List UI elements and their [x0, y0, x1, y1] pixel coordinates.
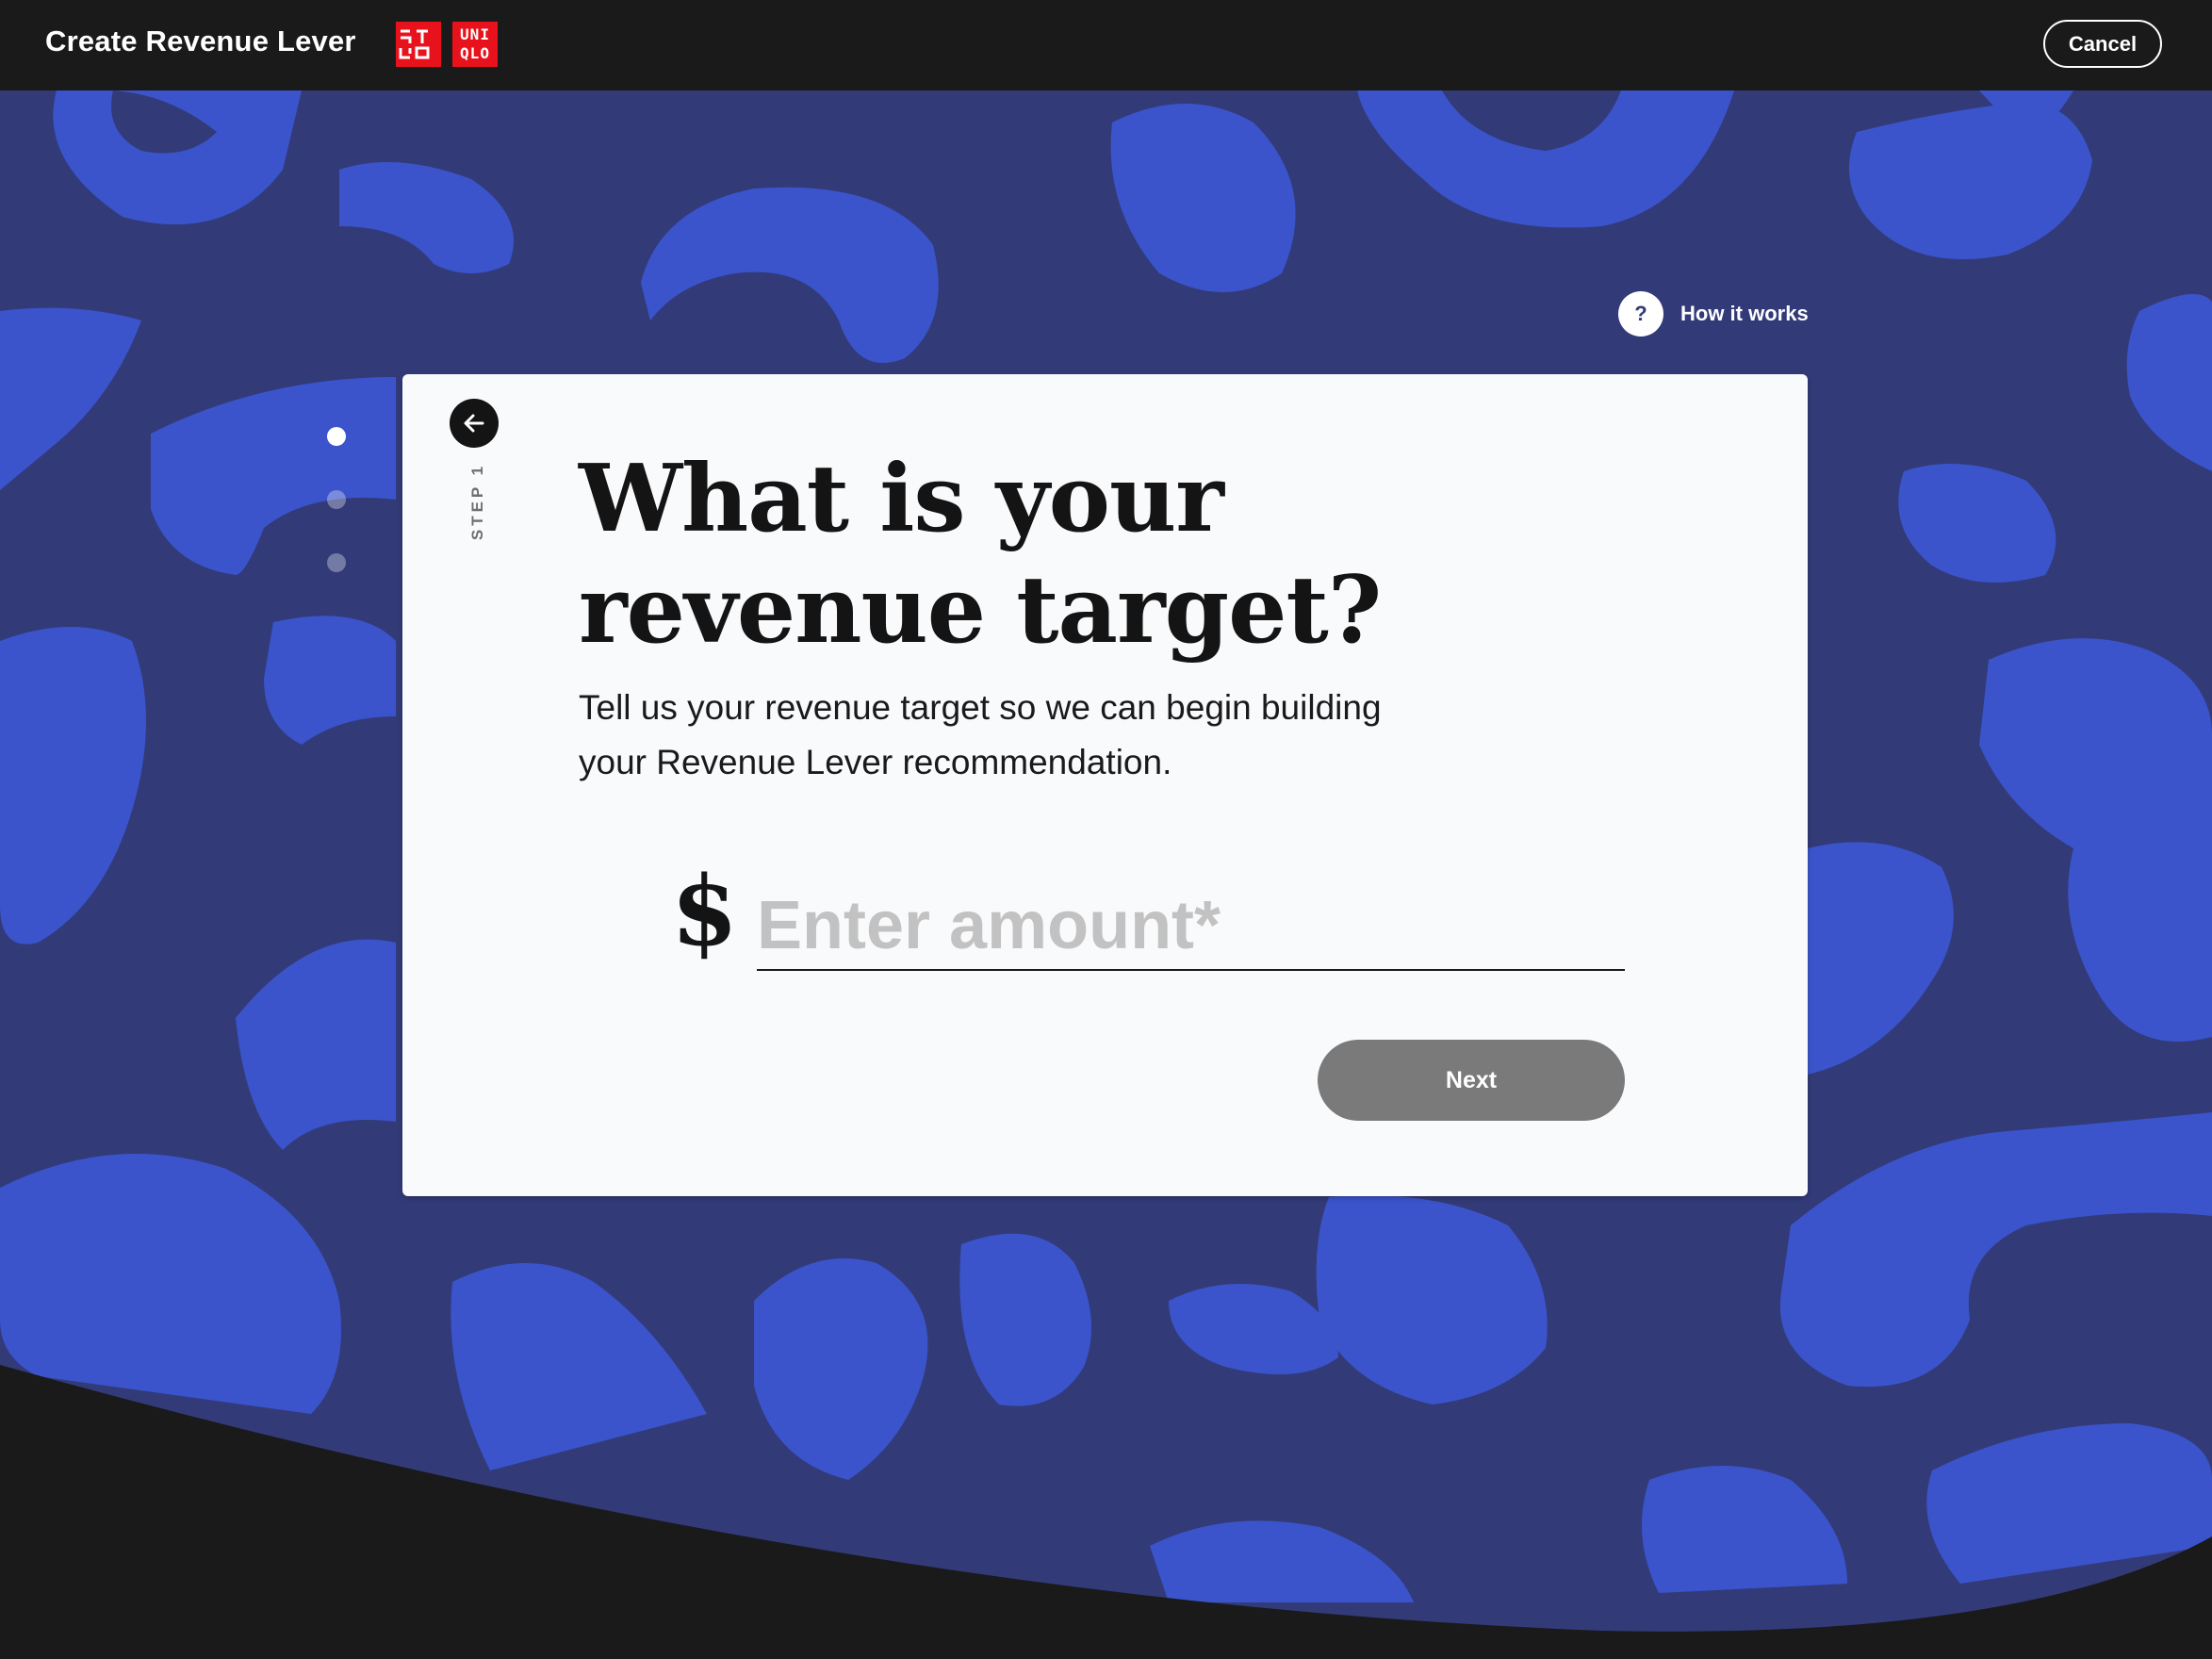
step-dot-1 [327, 427, 346, 446]
step-indicator [327, 427, 346, 616]
back-button[interactable] [450, 399, 499, 448]
description-line-2: your Revenue Lever recommendation. [579, 743, 1172, 781]
currency-symbol: $ [671, 855, 738, 968]
step-label: STEP 1 [468, 462, 486, 541]
step-dot-3 [327, 553, 346, 572]
next-button[interactable]: Next [1318, 1040, 1625, 1121]
arrow-left-icon [464, 414, 484, 433]
page-title: What is your revenue target? [579, 444, 1521, 666]
app-title: Create Revenue Lever [45, 25, 356, 57]
page-description: Tell us your revenue target so we can be… [579, 681, 1427, 790]
cancel-button[interactable]: Cancel [2043, 20, 2162, 68]
uniqlo-logo: UNI QLO [396, 22, 498, 67]
step-dot-2 [327, 490, 346, 509]
headline-line-1: What is your [579, 445, 1224, 553]
how-it-works-link[interactable]: ? How it works [1618, 291, 1809, 337]
description-line-1: Tell us your revenue target so we can be… [579, 688, 1382, 727]
help-question-icon: ? [1618, 291, 1663, 337]
logo-line-2: QLO [460, 44, 490, 62]
revenue-target-card: STEP 1 What is your revenue target? Tell… [402, 374, 1808, 1196]
top-bar: Create Revenue Lever UNI QLO Cancel [0, 0, 2212, 90]
headline-line-2: revenue target? [579, 556, 1382, 665]
amount-input[interactable] [757, 881, 1625, 971]
uniqlo-logo-latin: UNI QLO [452, 22, 498, 67]
how-it-works-label: How it works [1680, 302, 1809, 325]
logo-line-1: UNI [460, 25, 490, 43]
uniqlo-logo-katakana [396, 22, 441, 67]
